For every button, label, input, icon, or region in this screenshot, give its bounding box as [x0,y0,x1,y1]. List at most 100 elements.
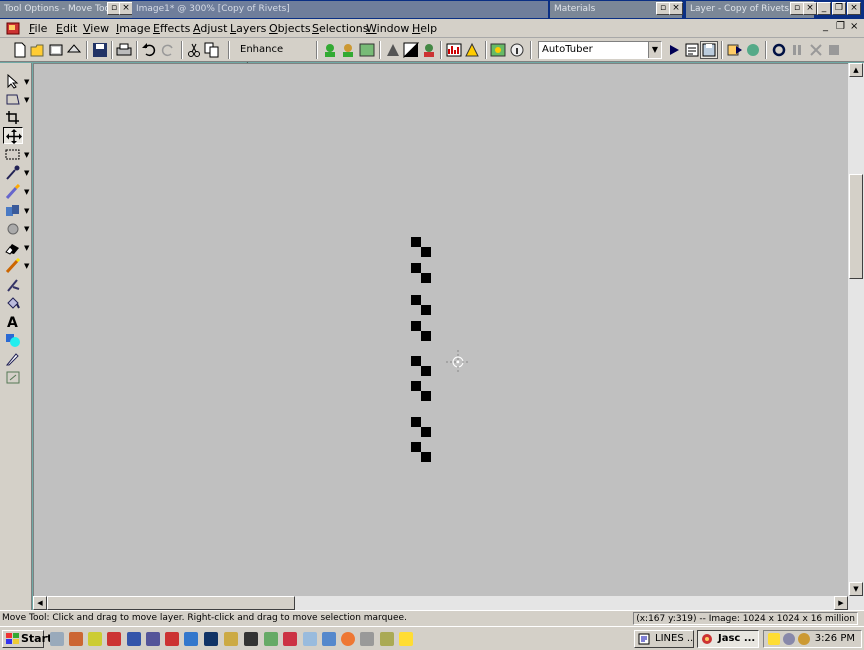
taskbar-item-jasc[interactable]: Jasc ... [697,630,759,648]
tray-hand-icon[interactable] [768,633,780,645]
picture-icon[interactable] [490,42,506,58]
info-icon[interactable] [509,42,525,58]
materials-dock-icon[interactable]: ▫ [656,2,670,15]
enhance-photo-dropdown[interactable]: Enhance Photo ▼ [236,41,313,73]
selection-tool[interactable]: ▼ [3,146,29,163]
quicklaunch-app-icon[interactable] [146,632,160,646]
vertical-scroll-thumb[interactable] [849,174,863,279]
horizontal-scrollbar[interactable]: ◀ ▶ [33,596,848,610]
scanner-icon[interactable] [66,42,82,58]
quicklaunch-browser-icon[interactable] [184,632,198,646]
menu-window[interactable]: Window [366,21,409,36]
doc-minimize-icon[interactable]: _ [823,21,828,32]
menu-edit[interactable]: Edit [56,21,77,36]
save-icon[interactable] [92,42,108,58]
quicklaunch-app-icon[interactable] [107,632,121,646]
paint-brush-tool[interactable]: ▼ [3,183,29,200]
fade-correction-icon[interactable] [385,42,401,58]
pointer-tool[interactable]: ▼ [3,73,29,90]
quicklaunch-network-icon[interactable] [50,632,64,646]
menu-help[interactable]: Help [412,21,437,36]
quicklaunch-app-icon[interactable] [264,632,278,646]
quicklaunch-firefox-icon[interactable] [341,632,355,646]
script-select[interactable]: AutoTuber ▼ [538,41,662,59]
doc-restore-icon[interactable]: ❐ [836,21,845,32]
menu-adjust[interactable]: Adjust [193,21,227,36]
menu-view[interactable]: View [83,21,109,36]
record-icon[interactable] [771,42,787,58]
print-icon[interactable] [116,42,132,58]
open-folder-icon[interactable] [30,42,46,58]
quicklaunch-app-icon[interactable] [127,632,141,646]
cancel-icon[interactable] [808,42,824,58]
close-icon[interactable]: × [847,2,861,15]
edit-script-icon[interactable] [684,42,700,58]
cut-icon[interactable] [186,42,202,58]
scroll-down-icon[interactable]: ▼ [849,582,863,596]
quicklaunch-app-icon[interactable] [322,632,336,646]
horizontal-scroll-thumb[interactable] [47,596,295,610]
quicklaunch-app-icon[interactable] [399,632,413,646]
photo-fix-icon[interactable] [359,42,375,58]
quicklaunch-app-icon[interactable] [165,632,179,646]
quicklaunch-app-icon[interactable] [360,632,374,646]
stop-icon[interactable] [826,42,842,58]
clone-brush-tool[interactable]: ▼ [3,202,29,219]
batch-process-icon[interactable] [727,42,743,58]
quicklaunch-app-icon[interactable] [224,632,238,646]
menu-image[interactable]: Image [116,21,150,36]
layer-dock-icon[interactable]: ▫ [790,2,804,15]
object-selector-tool[interactable] [3,369,23,386]
app-icon[interactable] [6,22,20,35]
vertical-scrollbar[interactable]: ▲ ▼ [848,63,864,610]
flood-fill-tool[interactable] [3,294,23,311]
menu-effects[interactable]: Effects [153,21,190,36]
image-window-title[interactable]: Image1* @ 300% [Copy of Rivets] [132,1,548,18]
crop-tool[interactable] [3,109,23,126]
picture-tube-tool[interactable]: ▼ [3,257,29,274]
tray-app-icon[interactable] [783,633,795,645]
scroll-left-icon[interactable]: ◀ [33,596,47,610]
quicklaunch-app-icon[interactable] [244,632,258,646]
quicklaunch-app-icon[interactable] [303,632,317,646]
restore-icon[interactable]: ❐ [832,2,846,15]
pause-icon[interactable] [789,42,805,58]
menu-layers[interactable]: Layers [230,21,266,36]
undo-icon[interactable] [141,42,157,58]
menu-selections[interactable]: Selections [312,21,368,36]
warp-brush-tool[interactable] [3,276,23,293]
redo-icon[interactable] [160,42,176,58]
clarify-icon[interactable] [421,42,437,58]
quicklaunch-app-icon[interactable] [88,632,102,646]
copy-icon[interactable] [204,42,220,58]
quicklaunch-app-icon[interactable] [204,632,218,646]
dodge-tool[interactable]: ▼ [3,220,29,237]
script-mode-icon[interactable] [700,41,718,59]
tray-globe-icon[interactable] [798,633,810,645]
preset-shapes-tool[interactable] [3,332,23,349]
tool-options-close-icon[interactable]: × [119,2,133,15]
menu-objects[interactable]: Objects [269,21,311,36]
quicklaunch-app-icon[interactable] [380,632,394,646]
chevron-down-icon[interactable]: ▼ [648,42,661,58]
pen-tool[interactable] [3,350,23,367]
scroll-up-icon[interactable]: ▲ [849,63,863,77]
quicklaunch-app-icon[interactable] [69,632,83,646]
preset-shape-tool[interactable]: ▼ [3,91,29,108]
histogram-icon[interactable] [446,42,462,58]
red-eye-icon[interactable] [340,42,356,58]
scroll-right-icon[interactable]: ▶ [834,596,848,610]
run-script-icon[interactable] [666,42,682,58]
color-balance-icon[interactable] [464,42,480,58]
materials-close-icon[interactable]: × [669,2,683,15]
image-canvas[interactable] [33,63,848,596]
browser-sync-icon[interactable] [745,42,761,58]
minimize-icon[interactable]: _ [817,2,831,15]
menu-file[interactable]: File [29,21,47,36]
move-tool[interactable] [3,127,23,144]
taskbar-item-lines[interactable]: LINES ... [634,630,694,648]
layer-close-icon[interactable]: × [803,2,817,15]
doc-close-icon[interactable]: × [850,21,858,32]
contrast-icon[interactable] [403,42,419,58]
quicklaunch-app-icon[interactable] [283,632,297,646]
